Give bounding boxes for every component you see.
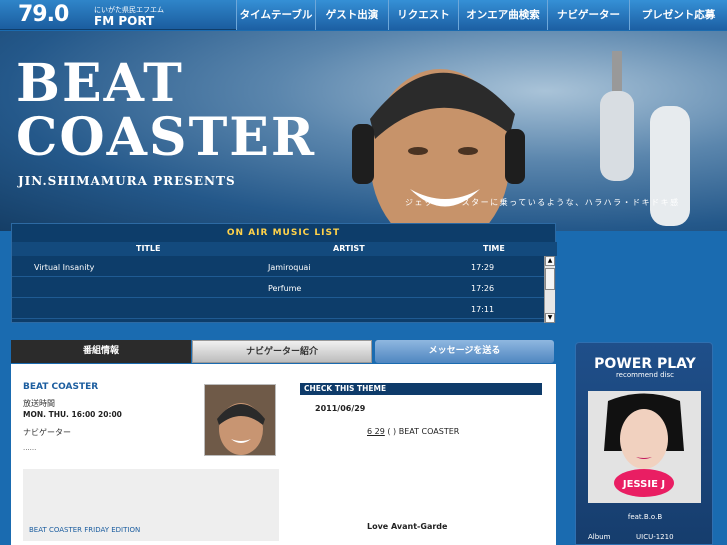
- header-artist: ARTIST: [333, 244, 365, 253]
- power-play-title: POWER PLAY: [594, 356, 696, 372]
- station-logo[interactable]: 79.0 にいがた県民エフエム FM PORT: [18, 2, 168, 28]
- onair-row[interactable]: Perfume 17:26: [12, 278, 545, 298]
- header-title: TITLE: [136, 244, 161, 253]
- onair-row[interactable]: Virtual Insanity Jamiroquai 17:29: [12, 257, 545, 277]
- album-cover-text: JESSIE J: [622, 479, 665, 490]
- onair-time: 17:29: [471, 263, 495, 272]
- onair-scrollbar[interactable]: ▲ ▼: [544, 256, 555, 323]
- top-navigation-bar: 79.0 にいがた県民エフエム FM PORT タイムテーブル ゲスト出演 リク…: [0, 0, 727, 30]
- onair-time: 17:11: [471, 305, 495, 314]
- theme-song: Love Avant-Garde: [367, 522, 448, 531]
- check-theme-header: CHECK THIS THEME: [300, 383, 542, 395]
- navigator-photo: [204, 384, 276, 456]
- theme-body: 6 29 ( ) BEAT COASTER: [367, 427, 459, 436]
- onair-song-title: Virtual Insanity: [34, 263, 95, 272]
- hero-banner: BEAT COASTER JIN.SHIMAMURA PRESENTS ジェット…: [0, 31, 727, 231]
- content-tabs: 番組情報 ナビゲーター紹介 メッセージを送る: [11, 340, 556, 364]
- onair-header-row: TITLE ARTIST TIME: [12, 242, 557, 256]
- power-play-box: POWER PLAY recommend disc JESSIE J feat.…: [575, 342, 713, 545]
- theme-date-link[interactable]: 6 29: [367, 427, 385, 436]
- album-value: UICU-1210: [636, 533, 674, 541]
- navigator-avatar: [205, 385, 275, 455]
- power-play-artist: feat.B.o.B: [627, 513, 663, 521]
- presenter-credit: JIN.SHIMAMURA PRESENTS: [18, 174, 236, 188]
- onair-row[interactable]: 17:11: [12, 299, 545, 319]
- nav-song-search[interactable]: オンエア曲検索: [458, 0, 547, 30]
- theme-paren: ( ): [387, 427, 397, 436]
- nav-timetable[interactable]: タイムテーブル: [236, 0, 315, 30]
- program-name: BEAT COASTER: [23, 382, 99, 392]
- onair-time: 17:26: [471, 284, 495, 293]
- show-title-line1: BEAT: [16, 53, 184, 114]
- onair-artist: Perfume: [268, 284, 302, 293]
- logo-frequency: 79.0: [18, 2, 69, 27]
- theme-text: BEAT COASTER: [398, 427, 460, 436]
- airtime-label: 放送時間: [23, 399, 55, 408]
- theme-date: 2011/06/29: [315, 404, 366, 413]
- program-info-panel: BEAT COASTER 放送時間 MON. THU. 16:00 20:00 …: [11, 364, 556, 545]
- logo-name: FM PORT: [94, 14, 155, 28]
- show-title: BEAT COASTER: [16, 57, 316, 165]
- nav-guest[interactable]: ゲスト出演: [315, 0, 388, 30]
- tab-program-info[interactable]: 番組情報: [11, 340, 191, 363]
- friday-edition-link[interactable]: BEAT COASTER FRIDAY EDITION: [29, 526, 140, 534]
- header-time: TIME: [483, 244, 505, 253]
- album-cover-art: JESSIE J: [588, 391, 701, 503]
- album-cover[interactable]: JESSIE J: [588, 391, 701, 503]
- tab-navigator[interactable]: ナビゲーター紹介: [192, 340, 372, 363]
- main-nav: タイムテーブル ゲスト出演 リクエスト オンエア曲検索 ナビゲーター プレゼント…: [236, 0, 727, 30]
- onair-artist: Jamiroquai: [268, 263, 311, 272]
- airtime-value: MON. THU. 16:00 20:00: [23, 410, 122, 419]
- scroll-up-icon[interactable]: ▲: [545, 256, 555, 266]
- nav-present[interactable]: プレゼント応募: [629, 0, 727, 30]
- show-title-line2: COASTER: [16, 107, 317, 168]
- album-label: Album: [588, 533, 611, 541]
- nav-navigator[interactable]: ナビゲーター: [547, 0, 629, 30]
- navigator-value: ......: [23, 444, 37, 452]
- scroll-down-icon[interactable]: ▼: [545, 313, 555, 323]
- navigator-label: ナビゲーター: [23, 428, 71, 437]
- onair-music-list: ON AIR MUSIC LIST TITLE ARTIST TIME Virt…: [11, 223, 557, 323]
- onair-title: ON AIR MUSIC LIST: [226, 228, 341, 238]
- tagline: ジェットコースターに乗っているような、ハラハラ・ドキドキ感: [405, 198, 680, 207]
- send-message-button[interactable]: メッセージを送る: [375, 340, 554, 363]
- scroll-thumb[interactable]: [545, 268, 555, 290]
- nav-request[interactable]: リクエスト: [388, 0, 458, 30]
- power-play-subtitle: recommend disc: [615, 371, 675, 379]
